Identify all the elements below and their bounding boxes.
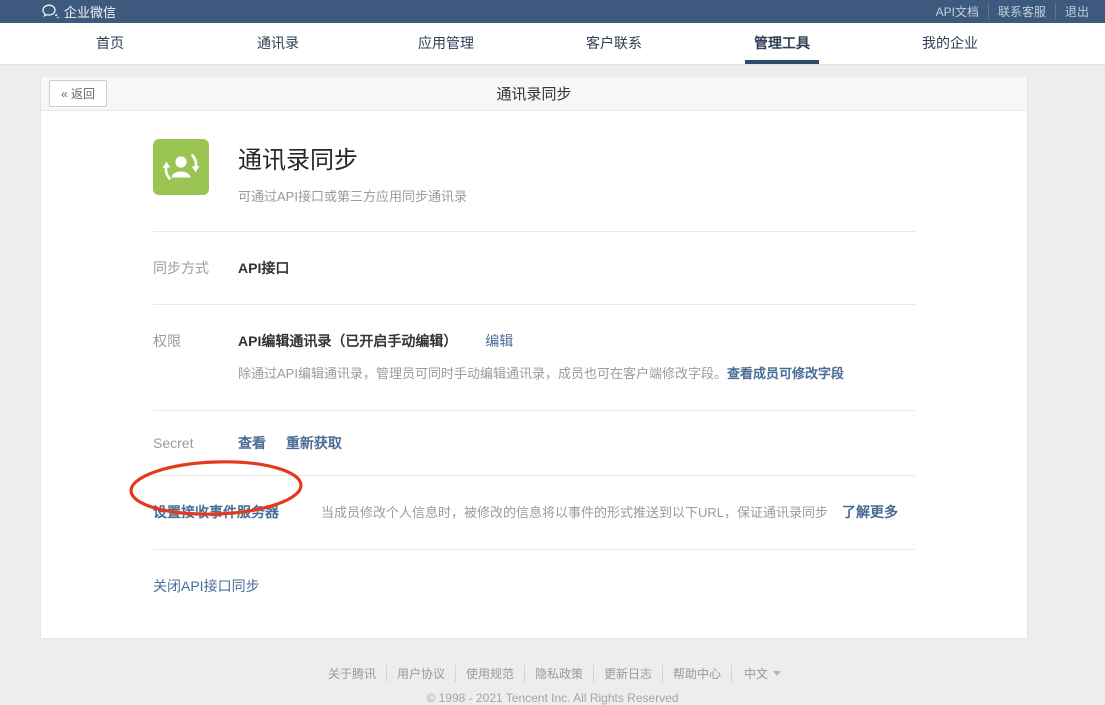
- close-api-sync-link[interactable]: 关闭API接口同步: [153, 578, 260, 594]
- permission-value: API编辑通讯录（已开启手动编辑）: [238, 333, 457, 349]
- permission-label: 权限: [153, 331, 238, 384]
- footer: 关于腾讯 用户协议 使用规范 隐私政策 更新日志 帮助中心 中文 © 1998 …: [0, 665, 1105, 705]
- language-label: 中文: [744, 665, 768, 682]
- caret-down-icon: [773, 671, 781, 676]
- nav-item-home[interactable]: 首页: [26, 23, 194, 64]
- app-profile: 通讯录同步 可通过API接口或第三方应用同步通讯录: [153, 139, 915, 205]
- topbar-link-api-docs[interactable]: API文档: [927, 3, 988, 20]
- topbar-link-logout[interactable]: 退出: [1055, 3, 1089, 20]
- brand-name: 企业微信: [64, 2, 116, 21]
- contact-sync-card: « 返回 通讯录同步 通讯录同步 可通过API接口或第三方应用同步通讯录: [40, 77, 1028, 639]
- app-title: 通讯录同步: [238, 140, 467, 175]
- row-event-server: 设置接收事件服务器 当成员修改个人信息时，被修改的信息将以事件的形式推送到以下U…: [153, 476, 915, 549]
- view-editable-fields-link[interactable]: 查看成员可修改字段: [727, 366, 844, 381]
- topbar-links: API文档 联系客服 退出: [927, 3, 1089, 20]
- learn-more-link[interactable]: 了解更多: [842, 502, 898, 522]
- back-button[interactable]: « 返回: [49, 80, 107, 107]
- nav-item-app-management[interactable]: 应用管理: [362, 23, 530, 64]
- topbar-link-contact-support[interactable]: 联系客服: [988, 3, 1055, 20]
- secret-label: Secret: [153, 433, 238, 453]
- footer-link-user-agreement[interactable]: 用户协议: [386, 665, 455, 682]
- topbar: 企业微信 API文档 联系客服 退出: [0, 0, 1105, 23]
- footer-link-about-tencent[interactable]: 关于腾讯: [318, 665, 386, 682]
- app-subtitle: 可通过API接口或第三方应用同步通讯录: [238, 186, 467, 205]
- edit-permission-link[interactable]: 编辑: [485, 333, 513, 349]
- copyright-text: © 1998 - 2021 Tencent Inc. All Rights Re…: [0, 691, 1105, 705]
- contact-sync-icon: [153, 139, 209, 195]
- active-tab-underline: [745, 60, 819, 64]
- regenerate-secret-link[interactable]: 重新获取: [286, 435, 342, 451]
- nav-item-customer-relations[interactable]: 客户联系: [530, 23, 698, 64]
- view-secret-link[interactable]: 查看: [238, 435, 266, 451]
- footer-link-changelog[interactable]: 更新日志: [593, 665, 662, 682]
- row-secret: Secret 查看 重新获取: [153, 411, 915, 475]
- set-event-server-link[interactable]: 设置接收事件服务器: [153, 502, 279, 522]
- chat-bubble-icon: [42, 4, 59, 19]
- footer-link-help-center[interactable]: 帮助中心: [662, 665, 731, 682]
- brand-logo[interactable]: 企业微信: [42, 2, 116, 21]
- sync-method-value: API接口: [238, 258, 289, 278]
- row-permission: 权限 API编辑通讯录（已开启手动编辑） 编辑 除通过API编辑通讯录，管理员可…: [153, 305, 915, 410]
- nav-item-contacts[interactable]: 通讯录: [194, 23, 362, 64]
- sync-method-label: 同步方式: [153, 258, 238, 278]
- main-nav: 首页 通讯录 应用管理 客户联系 管理工具 我的企业: [0, 23, 1105, 65]
- row-sync-method: 同步方式 API接口: [153, 232, 915, 304]
- card-header: « 返回 通讯录同步: [41, 77, 1027, 111]
- language-selector[interactable]: 中文: [731, 665, 787, 682]
- nav-item-my-company[interactable]: 我的企业: [866, 23, 1034, 64]
- footer-link-usage-rules[interactable]: 使用规范: [455, 665, 524, 682]
- permission-description: 除通过API编辑通讯录，管理员可同时手动编辑通讯录，成员也可在客户端修改字段。: [238, 366, 727, 381]
- card-body: 通讯录同步 可通过API接口或第三方应用同步通讯录 同步方式 API接口 权限 …: [41, 111, 1027, 638]
- event-server-description: 当成员修改个人信息时，被修改的信息将以事件的形式推送到以下URL，保证通讯录同步: [321, 503, 828, 523]
- footer-link-privacy-policy[interactable]: 隐私政策: [524, 665, 593, 682]
- row-close-api: 关闭API接口同步: [153, 550, 915, 596]
- nav-item-admin-tools[interactable]: 管理工具: [698, 23, 866, 64]
- page-title: 通讯录同步: [41, 83, 1027, 104]
